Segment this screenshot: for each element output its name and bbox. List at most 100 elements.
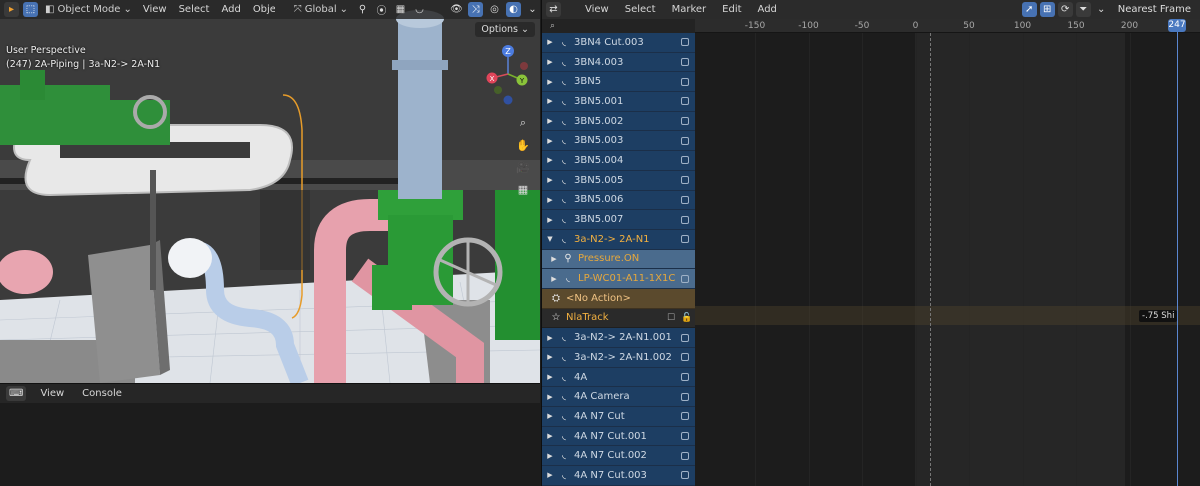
zoom-icon[interactable]: ⌕ — [514, 114, 532, 132]
nla-channel-row[interactable]: ▼ ◟ 3a-N2-> 2A-N1 — [542, 229, 695, 250]
menu-select[interactable]: Select — [175, 4, 214, 15]
nla-channel-row[interactable]: ▶ ◟ 3BN5 — [542, 72, 695, 93]
expand-right-icon[interactable]: ▶ — [546, 196, 554, 204]
expand-right-icon[interactable]: ▶ — [546, 353, 554, 361]
menu-object[interactable]: Object — [249, 4, 275, 15]
nla-channel-row[interactable]: ▶ ◟ 3a-N2-> 2A-N1.002 — [542, 348, 695, 368]
overlay-icon[interactable]: ◎ — [487, 2, 502, 17]
snap-mode-dropdown[interactable]: Nearest Frame — [1111, 4, 1197, 15]
console-menu-console[interactable]: Console — [78, 388, 126, 399]
nla-channel-row[interactable]: ▶ ◟ 3BN5.006 — [542, 190, 695, 211]
channel-checkbox[interactable] — [681, 373, 689, 382]
expand-right-icon[interactable]: ▶ — [546, 97, 554, 105]
nla-menu-view[interactable]: View — [579, 4, 615, 15]
menu-view[interactable]: View — [139, 4, 171, 15]
nla-channel-row[interactable]: ⛭ <No Action> — [542, 288, 695, 309]
nla-channel-list[interactable]: ⌕ ▶ ◟ 3BN4 Cut.003 ▶ ◟ 3BN4.003 ▶ ◟ 3BN5 ▶ ◟ 3BN5.0… — [542, 19, 695, 486]
pivot-icon[interactable]: ⚲ — [355, 2, 370, 17]
navigation-gizmo[interactable]: Z X Y — [486, 44, 530, 106]
grid-view-icon[interactable]: ▦ — [514, 180, 532, 198]
channel-checkbox[interactable] — [681, 235, 689, 244]
expand-right-icon[interactable]: ▶ — [546, 393, 554, 401]
timeline-ruler[interactable]: -150 -100 -50 0 50 100 150 200 — [695, 19, 1200, 33]
nla-channel-row[interactable]: ▶ ◟ 3BN5.001 — [542, 92, 695, 112]
expand-right-icon[interactable]: ▶ — [546, 216, 554, 224]
nla-channel-row[interactable]: ▶ ◟ 4A N7 Cut.003 — [542, 466, 695, 486]
nla-channel-row[interactable]: ▶ ◟ 3a-N2-> 2A-N1.001 — [542, 328, 695, 348]
nla-channel-row[interactable]: ▶ ⚲ Pressure.ON — [542, 249, 695, 270]
nla-menu-marker[interactable]: Marker — [666, 4, 713, 15]
console-body[interactable] — [0, 403, 540, 486]
expand-right-icon[interactable]: ▶ — [546, 373, 554, 381]
nla-channel-row[interactable]: ▶ ◟ 3BN5.003 — [542, 131, 695, 152]
expand-right-icon[interactable]: ▶ — [546, 432, 554, 440]
expand-right-icon[interactable]: ▶ — [546, 156, 554, 164]
expand-right-icon[interactable]: ▶ — [546, 137, 554, 145]
nla-channel-row[interactable]: ▶ ◟ LP-WC01-A11-1X1C — [542, 269, 695, 289]
transform-orientation-dropdown[interactable]: ⤧ Global ⌄ — [291, 4, 351, 15]
channel-search[interactable]: ⌕ — [542, 19, 695, 33]
channel-checkbox[interactable] — [681, 274, 689, 283]
nla-channel-row[interactable]: ▶ ◟ 3BN5.007 — [542, 210, 695, 230]
snap-grid-icon[interactable]: ▦ — [393, 2, 408, 17]
expand-right-icon[interactable]: ▶ — [546, 412, 554, 420]
nla-timeline[interactable]: -150 -100 -50 0 50 100 150 200 247 -.75 Shi — [695, 19, 1200, 486]
python-console[interactable]: ⌨ View Console — [0, 383, 540, 486]
nla-channel-row[interactable]: ▶ ◟ 3BN4.003 — [542, 52, 695, 73]
console-menu-view[interactable]: View — [36, 388, 68, 399]
nla-channel-row[interactable]: ▶ ◟ 4A N7 Cut — [542, 407, 695, 427]
nla-menu-edit[interactable]: Edit — [716, 4, 747, 15]
select-box-icon[interactable]: ⬚ — [23, 2, 38, 17]
channel-checkbox[interactable] — [681, 432, 689, 441]
solo-checkbox-icon[interactable]: ☐ — [667, 313, 677, 323]
shading-solid-icon[interactable]: ◐ — [506, 2, 521, 17]
channel-checkbox[interactable] — [681, 58, 689, 67]
nla-channel-row[interactable]: ▶ ◟ 4A — [542, 367, 695, 388]
chevron-down-icon[interactable]: ⌄ — [1094, 2, 1109, 17]
channel-checkbox[interactable] — [681, 77, 689, 86]
filter-icon[interactable]: ⏷ — [1075, 2, 1091, 17]
current-frame-indicator[interactable]: 247 — [1168, 19, 1186, 32]
filter-icon-a[interactable]: ⊞ — [1039, 2, 1055, 17]
channel-checkbox[interactable] — [681, 38, 689, 47]
visibility-icon[interactable]: 👁 — [449, 2, 464, 17]
nla-menu-select[interactable]: Select — [619, 4, 662, 15]
nla-menu-add[interactable]: Add — [752, 4, 783, 15]
channel-checkbox[interactable] — [681, 136, 689, 145]
3d-viewport[interactable]: ▸ ⬚ ◧ Object Mode ⌄ View Select Add Obje… — [0, 0, 540, 383]
channel-checkbox[interactable] — [681, 97, 689, 106]
mode-dropdown[interactable]: ◧ Object Mode ⌄ — [42, 4, 135, 15]
expand-right-icon[interactable]: ▶ — [550, 275, 558, 283]
gizmo-toggle-icon[interactable]: ⤨ — [468, 2, 483, 17]
cursor-select-icon[interactable]: ➚ — [1021, 2, 1037, 17]
nla-channel-row[interactable]: ▶ ◟ 4A N7 Cut.002 — [542, 446, 695, 467]
snap-icon[interactable]: ⦿ — [374, 2, 389, 17]
channel-checkbox[interactable] — [681, 451, 689, 460]
expand-right-icon[interactable]: ▶ — [546, 176, 554, 184]
menu-add[interactable]: Add — [217, 4, 244, 15]
expand-right-icon[interactable]: ▶ — [546, 58, 554, 66]
editor-type-icon[interactable]: ▸ — [4, 2, 19, 17]
channel-checkbox[interactable] — [681, 412, 689, 421]
nla-channel-row[interactable]: ▶ ◟ 3BN5.005 — [542, 170, 695, 191]
nla-editor-type-icon[interactable]: ⇄ — [546, 2, 561, 17]
lock-icon[interactable]: 🔓 — [681, 313, 692, 323]
channel-checkbox[interactable] — [681, 392, 689, 401]
expand-down-icon[interactable]: ▼ — [546, 235, 554, 243]
expand-right-icon[interactable]: ▶ — [546, 471, 554, 479]
shading-dropdown-icon[interactable]: ⌄ — [525, 2, 540, 17]
nla-channel-row[interactable]: ▶ ◟ 3BN5.004 — [542, 151, 695, 171]
console-editor-icon[interactable]: ⌨ — [6, 386, 27, 401]
options-button[interactable]: Options ⌄ — [475, 22, 535, 37]
hand-pan-icon[interactable]: ✋ — [514, 136, 532, 154]
channel-checkbox[interactable] — [681, 333, 689, 342]
nla-channel-row[interactable]: ▶ ◟ 3BN4 Cut.003 — [542, 33, 695, 53]
expand-right-icon[interactable]: ▶ — [546, 78, 554, 86]
expand-right-icon[interactable]: ▶ — [550, 255, 558, 263]
expand-right-icon[interactable]: ▶ — [546, 117, 554, 125]
nla-channel-row[interactable]: ▶ ◟ 4A N7 Cut.001 — [542, 426, 695, 447]
channel-checkbox[interactable] — [681, 117, 689, 126]
expand-right-icon[interactable]: ▶ — [546, 38, 554, 46]
refresh-icon[interactable]: ⟳ — [1057, 2, 1073, 17]
nla-channel-row[interactable]: ▶ ◟ 4A Camera — [542, 387, 695, 408]
